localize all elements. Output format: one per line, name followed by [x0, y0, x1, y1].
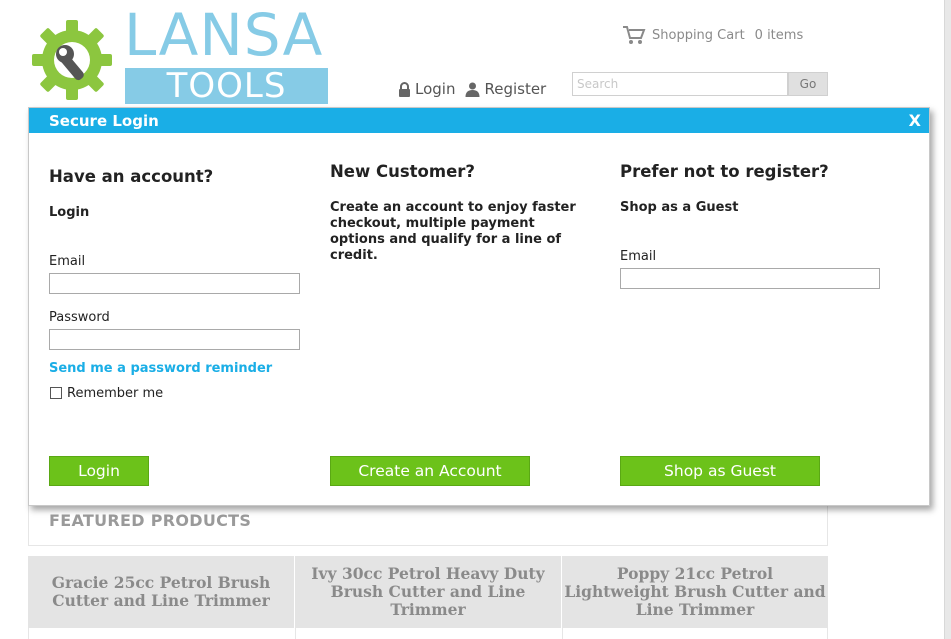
cart-count: 0 items	[754, 27, 804, 43]
login-password-input[interactable]	[49, 329, 300, 350]
guest-heading: Prefer not to register?	[620, 162, 829, 181]
shop-as-guest-button[interactable]: Shop as Guest	[620, 456, 820, 486]
product-card-body	[295, 628, 562, 639]
product-card-title[interactable]: Poppy 21cc Petrol Lightweight Brush Cutt…	[562, 556, 828, 628]
lock-icon	[399, 81, 410, 97]
close-button[interactable]: X	[909, 108, 921, 134]
email-label: Email	[49, 254, 86, 269]
site-logo[interactable]: LANSA TOOLS	[28, 6, 338, 106]
product-card-title[interactable]: Ivy 30cc Petrol Heavy Duty Brush Cutter …	[295, 556, 561, 628]
auth-links: Login Register	[398, 80, 556, 98]
guest-email-input[interactable]	[620, 268, 880, 289]
gear-wrench-icon	[32, 20, 112, 100]
guest-subheading: Shop as a Guest	[620, 200, 739, 215]
dialog-header: Secure Login X	[29, 108, 929, 133]
password-label: Password	[49, 310, 110, 325]
dialog-title: Secure Login	[49, 112, 159, 130]
logo-text-tools: TOOLS	[166, 66, 287, 106]
product-card-body	[562, 628, 828, 639]
login-subheading: Login	[49, 205, 90, 220]
account-heading: Have an account?	[49, 167, 214, 186]
cart-label: Shopping Cart	[652, 27, 745, 43]
remember-me-label: Remember me	[67, 386, 164, 401]
login-button[interactable]: Login	[49, 456, 149, 486]
product-card-body	[28, 628, 295, 639]
secure-login-dialog: Secure Login X Have an account? Login Em…	[28, 107, 930, 506]
remember-me-checkbox[interactable]	[50, 387, 62, 399]
shopping-cart-link[interactable]: Shopping Cart 0 items	[622, 24, 803, 46]
search-input[interactable]	[572, 72, 788, 96]
password-reminder-link[interactable]: Send me a password reminder	[49, 361, 272, 376]
register-link-label: Register	[484, 80, 547, 98]
search-go-button[interactable]: Go	[788, 72, 828, 96]
create-account-button[interactable]: Create an Account	[330, 456, 530, 486]
product-grid: Gracie 25cc Petrol Brush Cutter and Line…	[28, 556, 828, 639]
logo-text-lansa: LANSA	[124, 1, 324, 69]
guest-email-label: Email	[620, 249, 657, 264]
cart-icon	[623, 26, 646, 44]
register-link[interactable]: Register	[465, 80, 546, 98]
user-icon	[465, 82, 480, 97]
featured-products-title: FEATURED PRODUCTS	[49, 511, 252, 530]
new-customer-heading: New Customer?	[330, 162, 475, 181]
new-customer-description: Create an account to enjoy faster checko…	[330, 200, 576, 263]
featured-products-section: FEATURED PRODUCTS	[28, 500, 828, 546]
page: LANSA TOOLS Shopping Cart 0 items Login	[0, 0, 944, 639]
login-link-label: Login	[415, 80, 456, 98]
product-card-title[interactable]: Gracie 25cc Petrol Brush Cutter and Line…	[28, 556, 294, 628]
login-email-input[interactable]	[49, 273, 300, 294]
vertical-scrollbar[interactable]	[944, 0, 951, 639]
login-link[interactable]: Login	[398, 80, 455, 98]
logo-tools-banner: TOOLS	[125, 68, 328, 104]
